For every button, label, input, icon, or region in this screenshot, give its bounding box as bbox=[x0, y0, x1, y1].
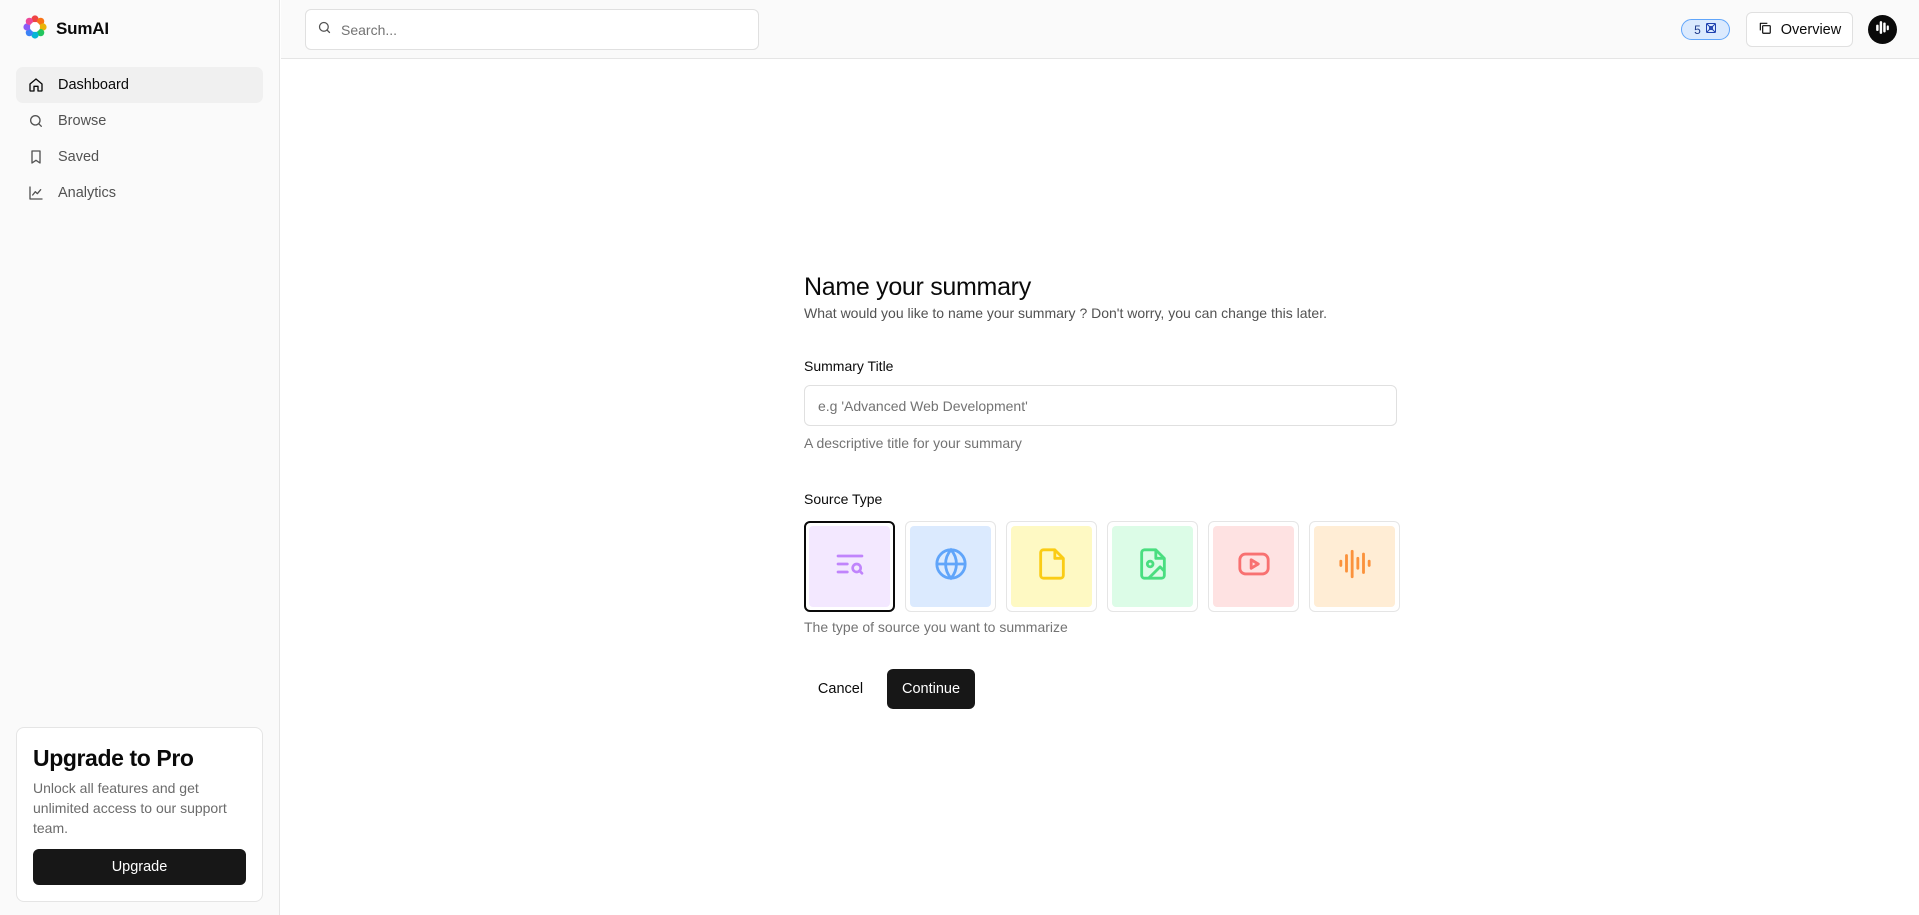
source-tile-inner bbox=[910, 526, 991, 607]
source-tile-inner bbox=[1112, 526, 1193, 607]
sidebar-item-browse[interactable]: Browse bbox=[16, 103, 263, 139]
brand[interactable]: SumAI bbox=[22, 14, 109, 44]
search-input[interactable] bbox=[341, 21, 741, 38]
text-search-icon bbox=[834, 548, 866, 585]
copy-icon bbox=[1758, 21, 1772, 39]
credits-badge[interactable]: 5 bbox=[1681, 19, 1730, 40]
source-tile-inner bbox=[1011, 526, 1092, 607]
logo-icon bbox=[22, 14, 48, 45]
sidebar-item-label: Analytics bbox=[58, 185, 117, 201]
upgrade-description: Unlock all features and get unlimited ac… bbox=[33, 780, 227, 836]
audio-bars-icon bbox=[1874, 19, 1891, 41]
sidebar-nav: Dashboard Browse Saved Analytics bbox=[16, 67, 263, 211]
source-type-options bbox=[804, 521, 1400, 612]
search-icon bbox=[317, 20, 332, 40]
summary-title-input[interactable] bbox=[804, 385, 1397, 426]
source-type-label: Source Type bbox=[804, 491, 883, 507]
credits-count: 5 bbox=[1694, 22, 1701, 37]
source-type-youtube[interactable] bbox=[1208, 521, 1299, 612]
top-bar: 5 Overview bbox=[281, 0, 1919, 59]
source-type-website[interactable] bbox=[905, 521, 996, 612]
atom-icon bbox=[1705, 22, 1717, 37]
audio-lines-icon bbox=[1338, 547, 1372, 586]
file-icon bbox=[1035, 547, 1069, 586]
summary-title-help: A descriptive title for your summary bbox=[804, 435, 1022, 451]
page-title: Name your summary bbox=[804, 273, 1031, 301]
avatar[interactable] bbox=[1868, 15, 1897, 44]
cancel-button[interactable]: Cancel bbox=[804, 669, 877, 709]
search-box[interactable] bbox=[305, 9, 759, 50]
sidebar-item-analytics[interactable]: Analytics bbox=[16, 175, 263, 211]
overview-button[interactable]: Overview bbox=[1746, 12, 1853, 47]
bookmark-icon bbox=[28, 149, 44, 165]
sidebar-item-label: Dashboard bbox=[58, 77, 129, 93]
home-icon bbox=[28, 77, 44, 93]
source-type-document[interactable] bbox=[1006, 521, 1097, 612]
upgrade-title: Upgrade to Pro bbox=[33, 745, 194, 771]
page-subtitle: What would you like to name your summary… bbox=[804, 305, 1327, 321]
sidebar-item-label: Saved bbox=[58, 149, 100, 165]
sidebar: SumAI Dashboard Browse Saved Analytics U… bbox=[0, 0, 280, 915]
source-tile-inner bbox=[1213, 526, 1294, 607]
search-icon bbox=[28, 113, 44, 129]
file-image-icon bbox=[1136, 547, 1170, 586]
sidebar-item-dashboard[interactable]: Dashboard bbox=[16, 67, 263, 103]
overview-label: Overview bbox=[1780, 21, 1842, 38]
sidebar-item-saved[interactable]: Saved bbox=[16, 139, 263, 175]
app-name: SumAI bbox=[56, 19, 109, 38]
sidebar-item-label: Browse bbox=[58, 113, 107, 129]
upgrade-card: Upgrade to Pro Unlock all features and g… bbox=[16, 727, 263, 902]
form-actions: Cancel Continue bbox=[804, 669, 975, 709]
chart-line-icon bbox=[28, 185, 44, 201]
source-type-audio[interactable] bbox=[1309, 521, 1400, 612]
source-type-help: The type of source you want to summarize bbox=[804, 619, 1068, 635]
source-tile-inner bbox=[1314, 526, 1395, 607]
continue-button[interactable]: Continue bbox=[887, 669, 975, 709]
youtube-icon bbox=[1237, 547, 1271, 586]
globe-icon bbox=[934, 547, 968, 586]
source-type-text[interactable] bbox=[804, 521, 895, 612]
summary-form: Name your summary What would you like to… bbox=[804, 272, 1400, 709]
summary-title-label: Summary Title bbox=[804, 358, 894, 374]
source-tile-inner bbox=[809, 526, 890, 607]
upgrade-button[interactable]: Upgrade bbox=[33, 849, 246, 885]
source-type-image[interactable] bbox=[1107, 521, 1198, 612]
